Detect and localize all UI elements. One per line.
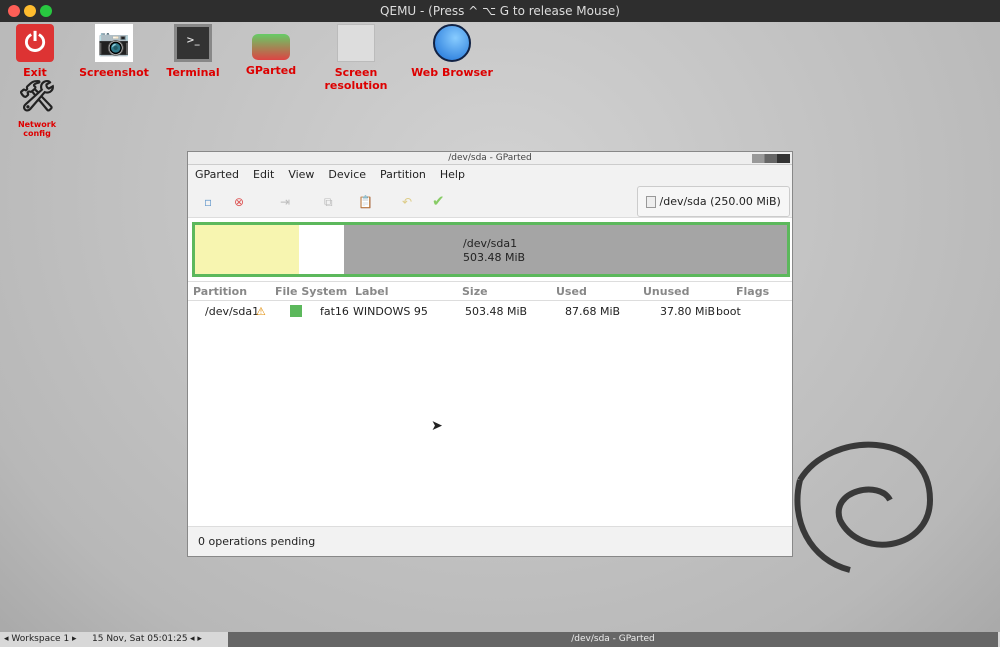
disk-icon xyxy=(252,34,290,60)
toolbar: ▫ ⊗ ⇥ ⧉ 📋 ↶ ✔ /dev/sda (250.00 MiB) ▼ xyxy=(188,185,792,237)
camera-icon: 📷 xyxy=(95,24,133,62)
status-bar: 0 operations pending xyxy=(188,526,792,556)
tools-icon: 🛠 xyxy=(18,79,57,114)
device-label: /dev/sda (250.00 MiB) xyxy=(659,195,781,208)
unused-space-bar xyxy=(299,225,344,274)
window-title: /dev/sda - GParted xyxy=(448,153,532,163)
partition-cell: /dev/sda1 xyxy=(205,305,260,318)
desktop-gparted[interactable]: GParted xyxy=(240,24,302,77)
taskbar-task[interactable]: /dev/sda - GParted xyxy=(228,632,998,647)
size-cell: 503.48 MiB xyxy=(465,305,528,318)
paste-icon[interactable]: 📋 xyxy=(358,195,373,209)
undo-icon[interactable]: ↶ xyxy=(402,195,412,209)
desktop-web-browser[interactable]: Web Browser xyxy=(410,24,494,79)
mouse-cursor-icon: ➤ xyxy=(431,418,443,434)
resize-move-icon[interactable]: ⇥ xyxy=(280,195,290,209)
warning-icon: ⚠ xyxy=(256,305,266,318)
disk-map-name: /dev/sda1 xyxy=(463,237,518,250)
taskbar: ◂ Workspace 1 ▸ 15 Nov, Sat 05:01:25 ◂ ▸… xyxy=(0,632,1000,647)
close-button[interactable] xyxy=(8,5,20,17)
icon-label: Terminal xyxy=(166,66,220,79)
host-title: QEMU - (Press ^ ⌥ G to release Mouse) xyxy=(380,4,620,18)
window-controls[interactable] xyxy=(752,154,790,163)
icon-label: GParted xyxy=(245,64,297,77)
icon-label: Network config xyxy=(17,120,57,138)
menu-gparted[interactable]: GParted xyxy=(195,165,239,185)
col-flags[interactable]: Flags xyxy=(736,285,769,298)
disk-map-size: 503.48 MiB xyxy=(463,251,526,264)
icon-label: Web Browser xyxy=(411,66,493,79)
task-label: /dev/sda - GParted xyxy=(571,634,655,644)
debian-swirl-logo xyxy=(794,441,934,573)
workspace-label: Workspace 1 xyxy=(11,634,70,644)
delete-icon[interactable]: ⊗ xyxy=(234,195,244,209)
minimize-button[interactable] xyxy=(24,5,36,17)
menu-view[interactable]: View xyxy=(288,165,314,185)
icon-label: Screen resolution xyxy=(324,66,388,92)
menubar: GParted Edit View Device Partition Help xyxy=(188,165,792,185)
col-filesystem[interactable]: File System xyxy=(275,285,347,298)
unused-cell: 37.80 MiB xyxy=(660,305,716,318)
menu-help[interactable]: Help xyxy=(440,165,465,185)
col-unused[interactable]: Unused xyxy=(643,285,689,298)
new-partition-icon[interactable]: ▫ xyxy=(204,195,212,209)
table-row[interactable]: /dev/sda1 ⚠ fat16 WINDOWS 95 503.48 MiB … xyxy=(188,302,792,320)
desktop-screen-resolution[interactable]: Screen resolution xyxy=(302,24,410,92)
used-cell: 87.68 MiB xyxy=(565,305,621,318)
power-icon: ⏻ xyxy=(16,24,54,62)
menu-partition[interactable]: Partition xyxy=(380,165,426,185)
copy-icon[interactable]: ⧉ xyxy=(324,195,333,210)
device-selector[interactable]: /dev/sda (250.00 MiB) ▼ xyxy=(637,186,790,237)
task-nav[interactable]: ◂ ▸ xyxy=(190,632,202,647)
clock: 15 Nov, Sat 05:01:25 xyxy=(92,634,188,644)
menu-device[interactable]: Device xyxy=(328,165,366,185)
used-space-bar xyxy=(195,225,299,274)
fs-cell: fat16 xyxy=(320,305,349,318)
zoom-button[interactable] xyxy=(40,5,52,17)
monitor-icon xyxy=(337,24,375,62)
col-partition[interactable]: Partition xyxy=(193,285,247,298)
desktop-network-config[interactable]: 🛠 Network config xyxy=(4,78,70,138)
col-size[interactable]: Size xyxy=(462,285,488,298)
desktop-exit[interactable]: ⏻ Exit xyxy=(10,24,60,79)
flags-cell: boot xyxy=(716,305,741,318)
menu-edit[interactable]: Edit xyxy=(253,165,274,185)
table-header: Partition File System Label Size Used Un… xyxy=(188,281,792,301)
globe-icon xyxy=(433,24,471,62)
label-cell: WINDOWS 95 xyxy=(353,305,428,318)
disk-map-partition[interactable]: /dev/sda1 503.48 MiB xyxy=(192,222,790,277)
hdd-icon xyxy=(646,196,656,208)
icon-label: Screenshot xyxy=(79,66,149,79)
fs-color-swatch xyxy=(290,305,302,317)
terminal-icon: >_ xyxy=(174,24,212,62)
desktop-screenshot[interactable]: 📷 Screenshot xyxy=(78,24,150,79)
workspace-switcher[interactable]: ◂ Workspace 1 ▸ xyxy=(4,632,77,647)
host-titlebar: QEMU - (Press ^ ⌥ G to release Mouse) xyxy=(0,0,1000,22)
col-label[interactable]: Label xyxy=(355,285,389,298)
gparted-window: /dev/sda - GParted GParted Edit View Dev… xyxy=(187,151,793,557)
apply-icon[interactable]: ✔ xyxy=(432,192,445,210)
window-titlebar[interactable]: /dev/sda - GParted xyxy=(188,152,792,165)
col-used[interactable]: Used xyxy=(556,285,587,298)
desktop-terminal[interactable]: >_ Terminal xyxy=(160,24,226,79)
